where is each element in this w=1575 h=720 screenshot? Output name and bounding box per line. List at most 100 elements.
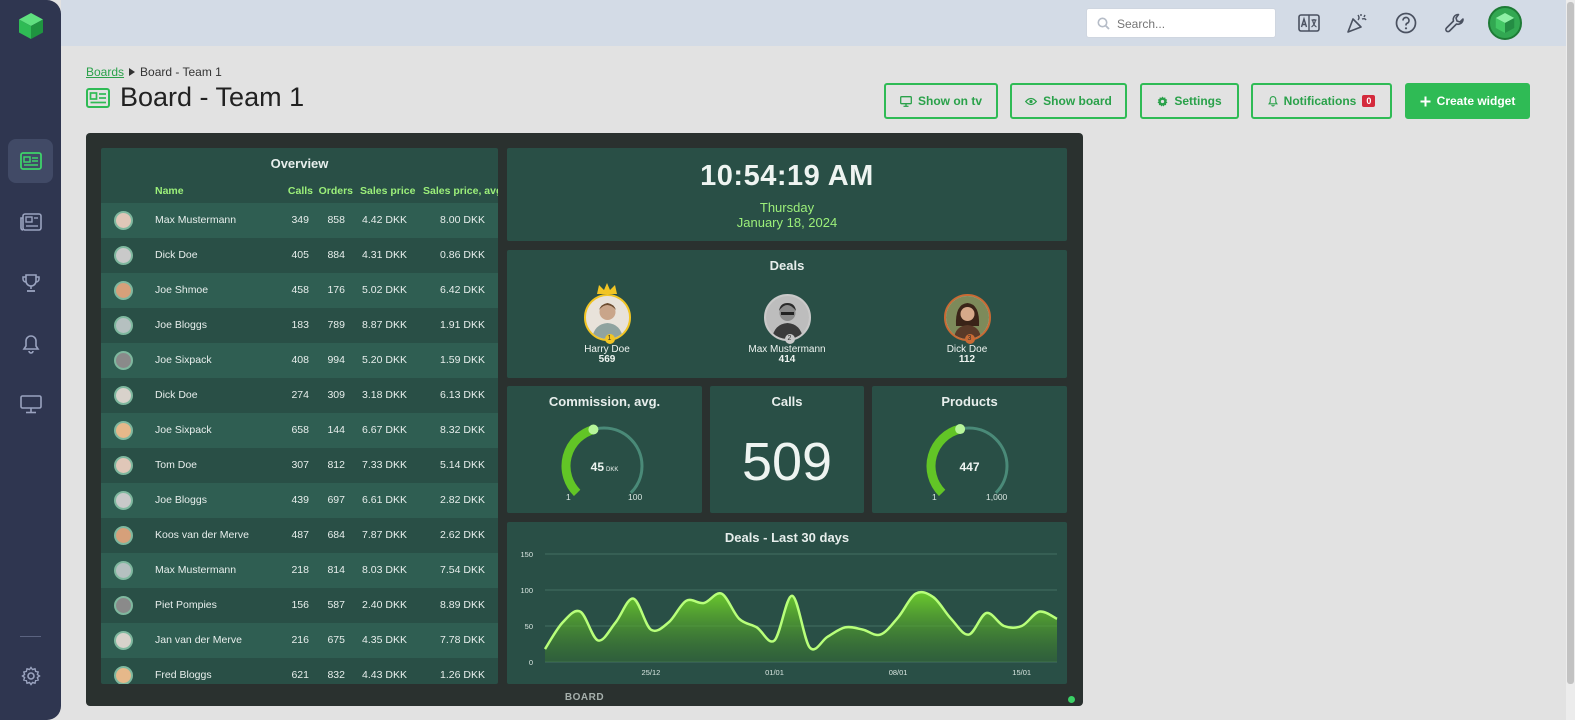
- series-area: [545, 592, 1057, 662]
- cell-calls: 216: [291, 634, 309, 646]
- cell-calls: 621: [291, 669, 309, 681]
- cell-calls: 408: [291, 354, 309, 366]
- deals-widget[interactable]: Deals 1 Harry Doe 569 2 Max Mustermann 4…: [507, 250, 1067, 378]
- cell-orders: 309: [327, 389, 345, 401]
- sidebar-item-settings[interactable]: [8, 654, 53, 698]
- table-row: Joe Sixpack 658 144 6.67 DKK 8.32 DKK: [101, 413, 498, 448]
- rank-badge: 1: [604, 334, 615, 344]
- cell-name: Max Mustermann: [155, 214, 237, 226]
- caret-right-icon: [129, 68, 136, 76]
- cell-sales-price-avg: 6.13 DKK: [440, 389, 485, 401]
- language-button[interactable]: [1297, 11, 1321, 35]
- cell-sales-price: 4.42 DKK: [362, 214, 407, 226]
- board-icon: [86, 87, 110, 108]
- cell-name: Joe Shmoe: [155, 284, 209, 296]
- avatar: 3: [943, 294, 991, 344]
- gear-icon: [1157, 96, 1168, 106]
- cell-sales-price-avg: 5.14 DKK: [440, 459, 485, 471]
- table-row: Jan van der Merve 216 675 4.35 DKK 7.78 DKK: [101, 623, 498, 658]
- monitor-icon: [900, 95, 912, 107]
- scrollbar-thumb[interactable]: [1567, 2, 1574, 684]
- cell-orders: 144: [327, 424, 345, 436]
- sidebar-item-tv[interactable]: [8, 382, 53, 426]
- cell-orders: 697: [327, 494, 345, 506]
- cell-sales-price-avg: 1.59 DKK: [440, 354, 485, 366]
- sidebar-item-boards[interactable]: [8, 139, 53, 183]
- products-title: Products: [941, 394, 998, 409]
- eye-icon: [1025, 97, 1038, 105]
- crown-icon: [597, 283, 617, 294]
- cell-calls: 458: [291, 284, 309, 296]
- cell-name: Dick Doe: [155, 389, 198, 401]
- app-logo-icon[interactable]: [18, 12, 44, 40]
- cell-calls: 156: [291, 599, 309, 611]
- search-box[interactable]: [1086, 8, 1276, 38]
- table-row: Tom Doe 307 812 7.33 DKK 5.14 DKK: [101, 448, 498, 483]
- create-widget-button[interactable]: Create widget: [1405, 83, 1530, 119]
- overview-header-row: Name Calls Orders Sales price Sales pric…: [101, 185, 498, 203]
- page-title: Board - Team 1: [86, 82, 304, 113]
- avatar: 1: [583, 283, 631, 344]
- sidebar: [0, 0, 61, 720]
- breadcrumb: Boards Board - Team 1: [86, 65, 222, 79]
- cell-sales-price: 5.02 DKK: [362, 284, 407, 296]
- dashboard-icon: [19, 152, 42, 170]
- column-header-sales-price: Sales price: [360, 185, 416, 197]
- cell-sales-price: 4.35 DKK: [362, 634, 407, 646]
- cell-orders: 587: [327, 599, 345, 611]
- sidebar-item-competitions[interactable]: [8, 261, 53, 305]
- avatar: [114, 596, 133, 615]
- show-board-button[interactable]: Show board: [1010, 83, 1127, 119]
- column-header-sales-price-avg: Sales price, avg: [423, 185, 498, 197]
- notifications-button[interactable]: Notifications 0: [1251, 83, 1392, 119]
- bell-icon: [22, 335, 39, 354]
- commission-min: 1: [566, 492, 571, 502]
- x-tick-label: 08/01: [889, 668, 908, 677]
- sidebar-item-notifications[interactable]: [8, 322, 53, 366]
- gauge-knob: [588, 424, 599, 435]
- create-widget-label: Create widget: [1436, 94, 1516, 108]
- cell-sales-price: 8.03 DKK: [362, 564, 407, 576]
- clock-widget[interactable]: 10:54:19 AM Thursday January 18, 2024: [507, 148, 1067, 241]
- page-scrollbar[interactable]: [1566, 0, 1575, 720]
- deals-area-chart: 0 50 100 150 25/12 01/01 08/01 15/01: [520, 550, 1058, 677]
- clock-day: Thursday: [759, 200, 815, 215]
- cell-sales-price: 2.40 DKK: [362, 599, 407, 611]
- deals-chart-widget[interactable]: Deals - Last 30 days 0 50 100 150 25/12 01/01…: [507, 522, 1067, 684]
- cell-name: Joe Sixpack: [155, 354, 212, 366]
- y-tick-label: 100: [520, 586, 533, 595]
- x-tick-label: 15/01: [1012, 668, 1031, 677]
- clock-date: January 18, 2024: [736, 215, 838, 230]
- commission-title: Commission, avg.: [548, 394, 661, 409]
- help-button[interactable]: [1394, 11, 1418, 35]
- column-header-calls: Calls: [287, 185, 313, 197]
- overview-widget[interactable]: Overview Name Calls Orders Sales price S…: [101, 148, 498, 684]
- cell-sales-price-avg: 8.00 DKK: [440, 214, 485, 226]
- user-avatar[interactable]: [1488, 6, 1522, 40]
- cell-sales-price: 3.18 DKK: [362, 389, 407, 401]
- cell-calls: 487: [291, 529, 309, 541]
- cell-orders: 858: [327, 214, 345, 226]
- calls-widget[interactable]: Calls 509: [710, 386, 864, 513]
- admin-tools-button[interactable]: [1443, 11, 1467, 35]
- y-tick-label: 0: [529, 658, 533, 667]
- person-silhouette-icon: [765, 296, 809, 339]
- cell-name: Joe Bloggs: [155, 494, 207, 506]
- search-input[interactable]: [1117, 15, 1267, 33]
- cell-name: Koos van der Merve: [155, 529, 249, 541]
- cell-orders: 684: [327, 529, 345, 541]
- breadcrumb-boards-link[interactable]: Boards: [86, 65, 124, 79]
- whats-new-button[interactable]: [1345, 11, 1369, 35]
- show-on-tv-button[interactable]: Show on tv: [884, 83, 998, 119]
- person-silhouette-icon: [585, 296, 629, 339]
- gauge-knob: [955, 424, 966, 435]
- cell-name: Jan van der Merve: [155, 634, 242, 646]
- cell-name: Fred Bloggs: [155, 669, 212, 681]
- products-widget[interactable]: Products 447 1 1,000: [872, 386, 1067, 513]
- sidebar-item-widgets[interactable]: [8, 200, 53, 244]
- cell-sales-price: 7.87 DKK: [362, 529, 407, 541]
- settings-button[interactable]: Settings: [1140, 83, 1239, 119]
- cell-orders: 884: [327, 249, 345, 261]
- cell-sales-price-avg: 7.78 DKK: [440, 634, 485, 646]
- commission-widget[interactable]: Commission, avg. 45 DKK 1 100: [507, 386, 702, 513]
